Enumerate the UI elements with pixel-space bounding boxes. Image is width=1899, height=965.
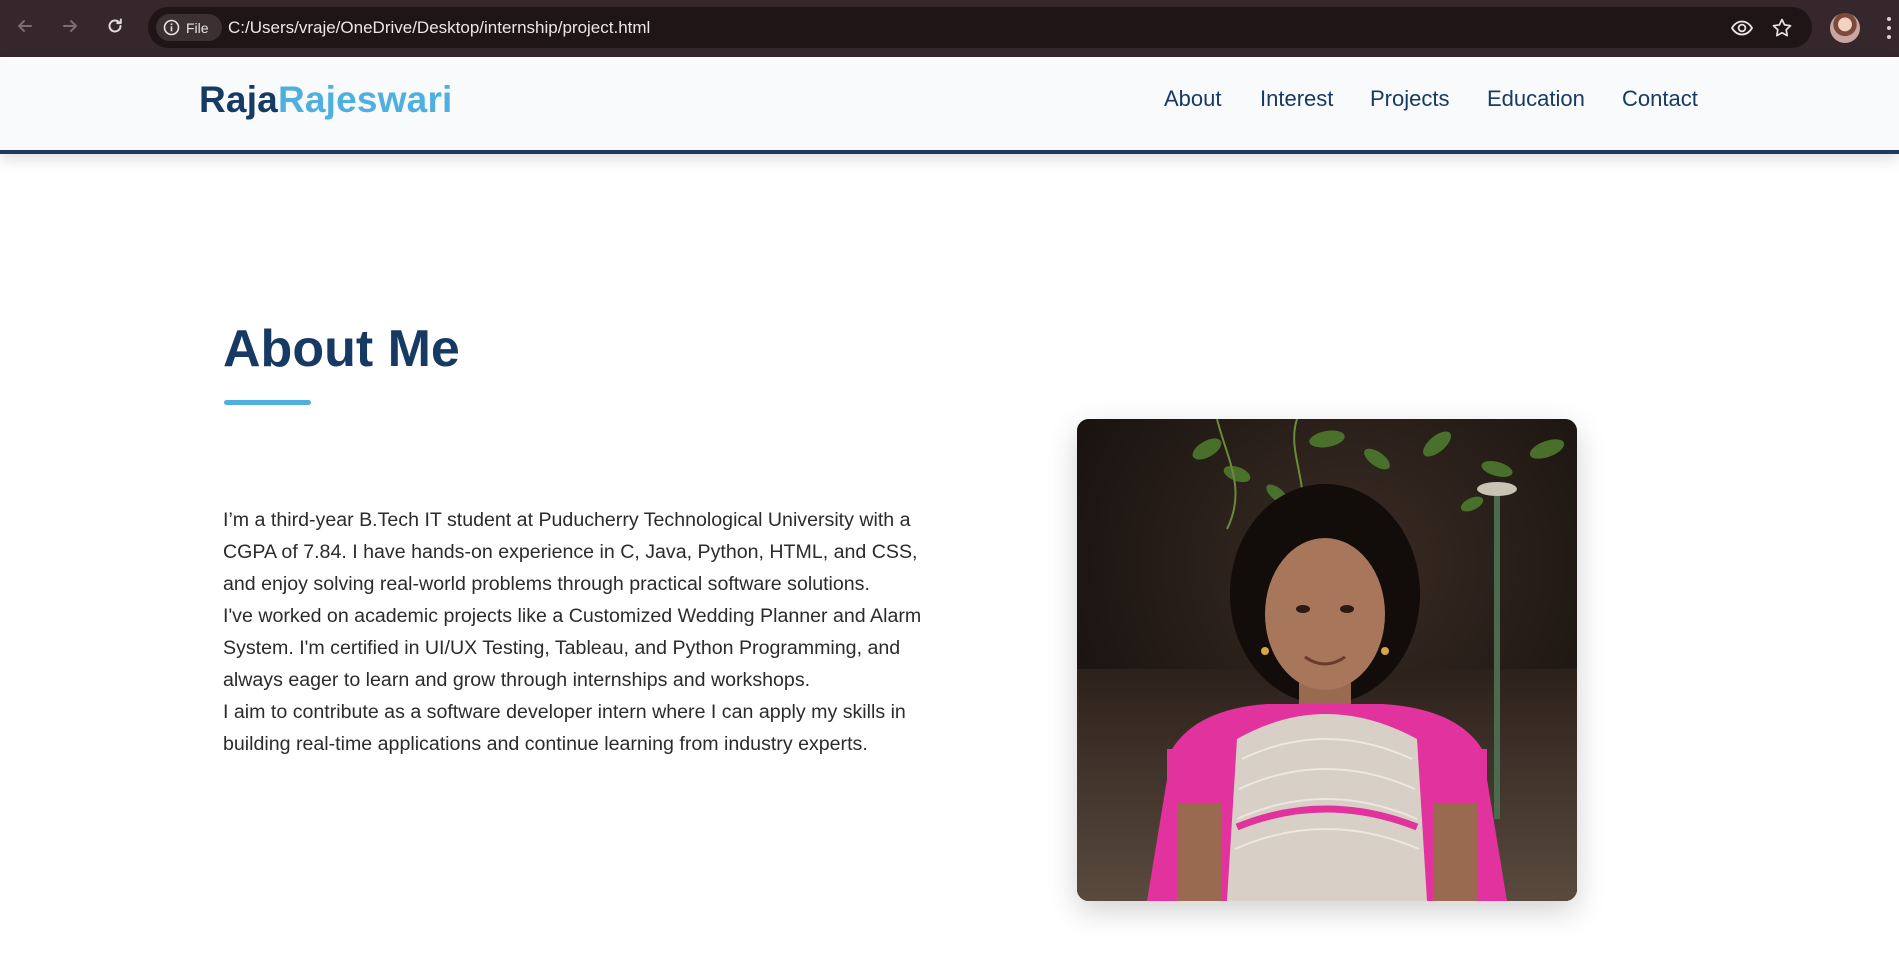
site-info-chip[interactable]: File — [156, 14, 222, 41]
nav-projects[interactable]: Projects — [1370, 86, 1449, 112]
reload-button[interactable] — [101, 12, 129, 40]
site-chip-label: File — [186, 19, 209, 36]
title-underline — [224, 400, 311, 405]
info-icon — [163, 19, 180, 36]
reading-mode-button[interactable] — [1729, 15, 1755, 41]
back-button[interactable] — [11, 12, 39, 40]
avatar[interactable] — [1830, 13, 1860, 43]
bookmark-button[interactable] — [1769, 15, 1795, 41]
eye-icon — [1730, 20, 1754, 36]
about-text: I’m a third-year B.Tech IT student at Pu… — [223, 504, 923, 760]
about-paragraph-2: I've worked on academic projects like a … — [223, 605, 922, 691]
url-text[interactable]: C:/Users/vraje/OneDrive/Desktop/internsh… — [228, 7, 650, 48]
nav-interest[interactable]: Interest — [1260, 86, 1333, 112]
site-logo[interactable]: RajaRajeswari — [199, 81, 453, 118]
forward-button[interactable] — [56, 12, 84, 40]
about-title: About Me — [223, 320, 460, 378]
address-bar[interactable]: File C:/Users/vraje/OneDrive/Desktop/int… — [148, 7, 1812, 48]
logo-first-name: Raja — [199, 79, 278, 120]
logo-last-name: Rajeswari — [277, 79, 453, 120]
nav-education[interactable]: Education — [1487, 86, 1585, 112]
browser-toolbar: File C:/Users/vraje/OneDrive/Desktop/int… — [0, 0, 1899, 57]
site-header: RajaRajeswari About Interest Projects Ed… — [0, 57, 1899, 154]
arrow-left-icon — [18, 20, 32, 32]
about-paragraph-1: I’m a third-year B.Tech IT student at Pu… — [223, 509, 918, 595]
star-icon — [1772, 18, 1792, 37]
nav-about[interactable]: About — [1164, 86, 1222, 112]
profile-photo — [1077, 419, 1577, 901]
nav-contact[interactable]: Contact — [1622, 86, 1698, 112]
arrow-right-icon — [63, 20, 77, 32]
about-paragraph-3: I aim to contribute as a software develo… — [223, 701, 906, 755]
reload-icon — [108, 18, 122, 33]
kebab-menu-icon[interactable] — [1884, 14, 1894, 42]
